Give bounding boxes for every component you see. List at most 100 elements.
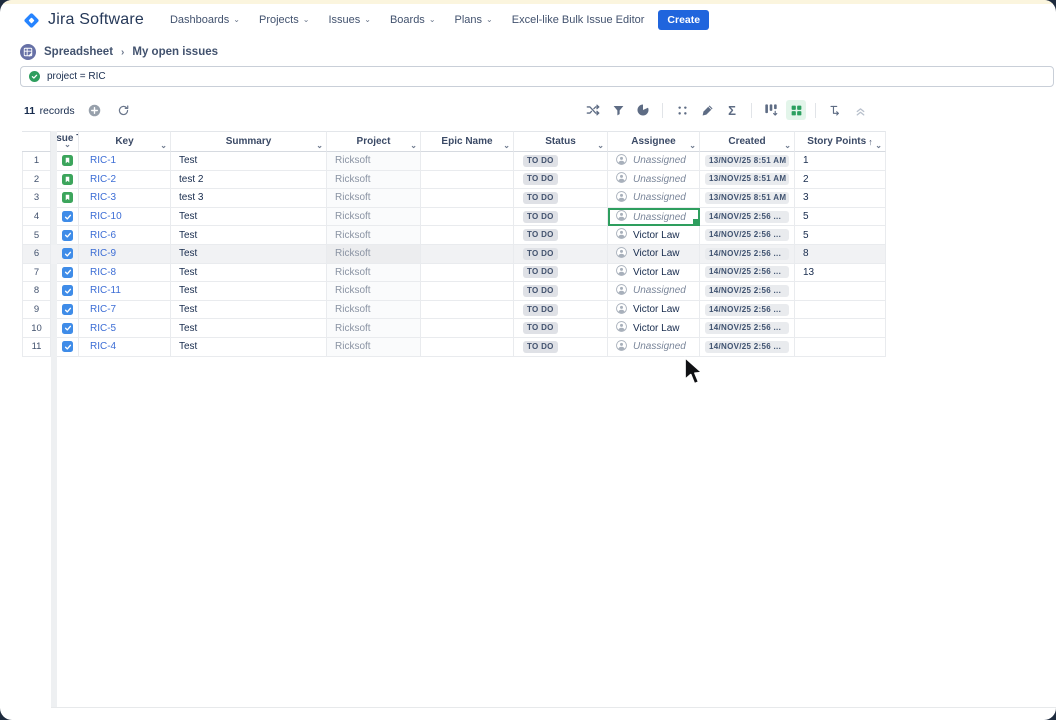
chevron-down-icon[interactable]: ⌄ (503, 143, 510, 149)
story-points-cell[interactable] (795, 301, 886, 320)
assignee-cell[interactable]: Victor Law (608, 319, 700, 338)
created-cell[interactable]: 13/NOV/25 8:51 AM (700, 152, 795, 171)
row-number[interactable]: 1 (22, 152, 51, 171)
column-header-key[interactable]: Key ⌄ (79, 131, 171, 152)
issue-type-cell[interactable] (57, 226, 79, 245)
status-cell[interactable]: TO DO (514, 208, 608, 227)
summary-cell[interactable]: Test (171, 338, 327, 357)
epic-name-cell[interactable] (421, 338, 514, 357)
row-number[interactable]: 7 (22, 264, 51, 283)
summary-cell[interactable]: Test (171, 264, 327, 283)
breadcrumb-page-link[interactable]: My open issues (132, 46, 218, 58)
epic-name-cell[interactable] (421, 282, 514, 301)
project-cell[interactable]: Ricksoft (327, 264, 421, 283)
issue-type-cell[interactable] (57, 152, 79, 171)
chevron-down-icon[interactable]: ⌄ (875, 143, 882, 149)
epic-name-cell[interactable] (421, 208, 514, 227)
project-cell[interactable]: Ricksoft (327, 301, 421, 320)
story-points-cell[interactable]: 8 (795, 245, 886, 264)
jql-filter-input[interactable]: project = RIC (20, 66, 1054, 87)
created-cell[interactable]: 13/NOV/25 8:51 AM (700, 189, 795, 208)
chevron-down-icon[interactable]: ⌄ (410, 143, 417, 149)
project-cell[interactable]: Ricksoft (327, 152, 421, 171)
add-record-button[interactable] (86, 101, 104, 119)
issue-key-cell[interactable]: RIC-6 (79, 226, 171, 245)
issue-type-cell[interactable] (57, 338, 79, 357)
issue-key-cell[interactable]: RIC-10 (79, 208, 171, 227)
chevron-down-icon[interactable]: ⌄ (160, 143, 167, 149)
breadcrumb-app-link[interactable]: Spreadsheet (44, 46, 113, 58)
story-points-cell[interactable]: 1 (795, 152, 886, 171)
issue-type-cell[interactable] (57, 301, 79, 320)
story-points-cell[interactable]: 5 (795, 208, 886, 227)
epic-name-cell[interactable] (421, 301, 514, 320)
issue-type-cell[interactable] (57, 282, 79, 301)
issue-key-cell[interactable]: RIC-2 (79, 171, 171, 190)
created-cell[interactable]: 14/NOV/25 2:56 ... (700, 245, 795, 264)
assignee-cell[interactable]: Unassigned (608, 171, 700, 190)
chevron-down-icon[interactable]: ⌄ (689, 143, 696, 149)
jira-logo[interactable]: Jira Software (22, 11, 144, 30)
story-points-cell[interactable]: 3 (795, 189, 886, 208)
issue-key-cell[interactable]: RIC-4 (79, 338, 171, 357)
assignee-cell[interactable]: Victor Law (608, 301, 700, 320)
project-cell[interactable]: Ricksoft (327, 208, 421, 227)
nav-excel-like-bulk-issue-editor[interactable]: Excel-like Bulk Issue Editor (512, 14, 645, 26)
issue-type-cell[interactable] (57, 245, 79, 264)
format-painter-icon[interactable] (697, 100, 717, 120)
issue-key-cell[interactable]: RIC-11 (79, 282, 171, 301)
status-cell[interactable]: TO DO (514, 245, 608, 264)
refresh-button[interactable] (115, 101, 133, 119)
status-cell[interactable]: TO DO (514, 171, 608, 190)
sum-icon[interactable]: Σ (722, 100, 742, 120)
created-cell[interactable]: 14/NOV/25 2:56 ... (700, 208, 795, 227)
story-points-cell[interactable] (795, 319, 886, 338)
issue-type-cell[interactable] (57, 264, 79, 283)
project-cell[interactable]: Ricksoft (327, 171, 421, 190)
summary-cell[interactable]: Test (171, 208, 327, 227)
project-cell[interactable]: Ricksoft (327, 245, 421, 264)
row-number[interactable]: 9 (22, 301, 51, 320)
row-number[interactable]: 10 (22, 319, 51, 338)
summary-cell[interactable]: Test (171, 152, 327, 171)
row-number[interactable]: 6 (22, 245, 51, 264)
project-cell[interactable]: Ricksoft (327, 226, 421, 245)
created-cell[interactable]: 14/NOV/25 2:56 ... (700, 319, 795, 338)
column-header-project[interactable]: Project ⌄ (327, 131, 421, 152)
story-points-cell[interactable]: 2 (795, 171, 886, 190)
column-header-status[interactable]: Status ⌄ (514, 131, 608, 152)
columns-icon[interactable] (761, 100, 781, 120)
chevron-down-icon[interactable]: ⌄ (597, 143, 604, 149)
column-header-created[interactable]: Created ⌄ (700, 131, 795, 152)
hierarchy-icon[interactable] (825, 100, 845, 120)
story-points-cell[interactable] (795, 282, 886, 301)
project-cell[interactable]: Ricksoft (327, 319, 421, 338)
chevron-down-icon[interactable]: ⌄ (784, 143, 791, 149)
status-cell[interactable]: TO DO (514, 226, 608, 245)
chevron-down-icon[interactable]: ⌄ (316, 143, 323, 149)
grid-view-icon[interactable] (786, 100, 806, 120)
created-cell[interactable]: 13/NOV/25 8:51 AM (700, 171, 795, 190)
epic-name-cell[interactable] (421, 152, 514, 171)
epic-name-cell[interactable] (421, 189, 514, 208)
issue-type-cell[interactable] (57, 319, 79, 338)
assignee-cell[interactable]: Victor Law (608, 264, 700, 283)
summary-cell[interactable]: Test (171, 301, 327, 320)
issue-key-cell[interactable]: RIC-8 (79, 264, 171, 283)
issue-key-cell[interactable]: RIC-1 (79, 152, 171, 171)
chevron-down-icon[interactable]: ⌄ (64, 142, 71, 148)
row-number[interactable]: 8 (22, 282, 51, 301)
status-cell[interactable]: TO DO (514, 152, 608, 171)
status-cell[interactable]: TO DO (514, 264, 608, 283)
row-number[interactable]: 11 (22, 338, 51, 357)
issue-key-cell[interactable]: RIC-5 (79, 319, 171, 338)
shuffle-icon[interactable] (583, 100, 603, 120)
epic-name-cell[interactable] (421, 226, 514, 245)
row-number[interactable]: 2 (22, 171, 51, 190)
project-cell[interactable]: Ricksoft (327, 282, 421, 301)
filter-icon[interactable] (608, 100, 628, 120)
story-points-cell[interactable]: 13 (795, 264, 886, 283)
created-cell[interactable]: 14/NOV/25 2:56 ... (700, 301, 795, 320)
nav-plans[interactable]: Plans⌄ (455, 14, 493, 26)
epic-name-cell[interactable] (421, 171, 514, 190)
